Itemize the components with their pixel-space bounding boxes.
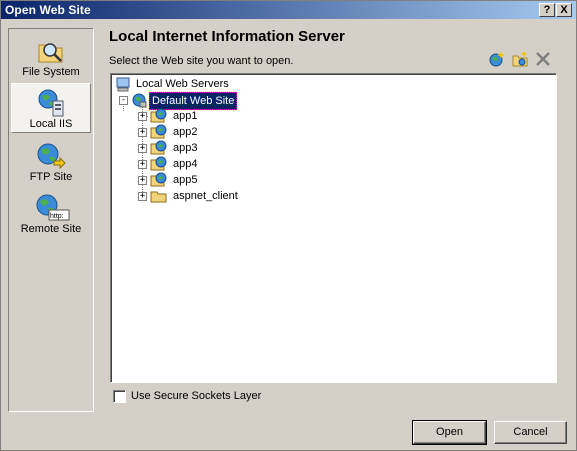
collapse-icon[interactable]: - — [119, 96, 128, 105]
nav-remote-site[interactable]: http: Remote Site — [11, 189, 91, 239]
local-iis-icon — [38, 89, 64, 117]
open-button[interactable]: Open — [412, 420, 487, 445]
help-button[interactable]: ? — [539, 3, 555, 17]
tree-label-aspnet-client: aspnet_client — [173, 190, 238, 202]
tree-label-app3: app3 — [173, 142, 198, 154]
nav-label-ftp-site: FTP Site — [29, 171, 73, 183]
ftp-globe-icon — [37, 143, 66, 170]
new-virtual-directory-icon[interactable] — [511, 50, 529, 68]
expand-icon[interactable]: + — [138, 128, 147, 137]
nav-label-local-iis: Local IIS — [29, 118, 73, 130]
web-application-icon — [150, 140, 167, 155]
nav-label-remote-site: Remote Site — [20, 223, 82, 235]
new-web-application-icon[interactable] — [488, 50, 506, 68]
delete-icon[interactable] — [534, 50, 552, 68]
cancel-button[interactable]: Cancel — [494, 421, 567, 444]
web-application-icon — [150, 108, 167, 123]
svg-text:http:: http: — [50, 213, 64, 220]
tree-label-app5: app5 — [173, 174, 198, 186]
web-application-icon — [150, 172, 167, 187]
title-bar[interactable]: Open Web Site ? X — [1, 1, 576, 19]
places-bar: File System Local IIS FTP Site http: Rem… — [8, 28, 94, 412]
instruction-text: Select the Web site you want to open. — [109, 55, 294, 67]
expand-icon[interactable]: + — [138, 112, 147, 121]
tree-label-app4: app4 — [173, 158, 198, 170]
open-web-site-dialog: Open Web Site ? X File System Local IIS — [0, 0, 577, 451]
expand-icon[interactable]: + — [138, 192, 147, 201]
site-tree[interactable]: Local Web Servers - Default Web Site + a… — [110, 73, 557, 383]
remote-http-icon: http: — [36, 194, 70, 221]
web-application-icon — [150, 124, 167, 139]
expand-icon[interactable]: + — [138, 176, 147, 185]
expand-icon[interactable]: + — [138, 144, 147, 153]
web-application-icon — [150, 156, 167, 171]
tree-label-app2: app2 — [173, 126, 198, 138]
computer-icon — [116, 77, 130, 92]
tree-label-app1: app1 — [173, 110, 198, 122]
nav-label-file-system: File System — [22, 66, 80, 78]
nav-ftp-site[interactable]: FTP Site — [11, 137, 91, 187]
close-button[interactable]: X — [556, 3, 572, 17]
folder-icon — [150, 191, 167, 203]
page-title: Local Internet Information Server — [109, 28, 345, 45]
tree-label-local-web-servers: Local Web Servers — [136, 78, 229, 90]
ssl-checkbox-label[interactable]: Use Secure Sockets Layer — [131, 390, 261, 402]
web-site-globe-icon — [132, 93, 147, 108]
nav-file-system[interactable]: File System — [11, 32, 91, 82]
nav-local-iis[interactable]: Local IIS — [11, 83, 91, 133]
ssl-checkbox[interactable] — [113, 390, 126, 403]
window-title: Open Web Site — [5, 3, 91, 17]
folder-magnifier-icon — [38, 43, 63, 63]
expand-icon[interactable]: + — [138, 160, 147, 169]
